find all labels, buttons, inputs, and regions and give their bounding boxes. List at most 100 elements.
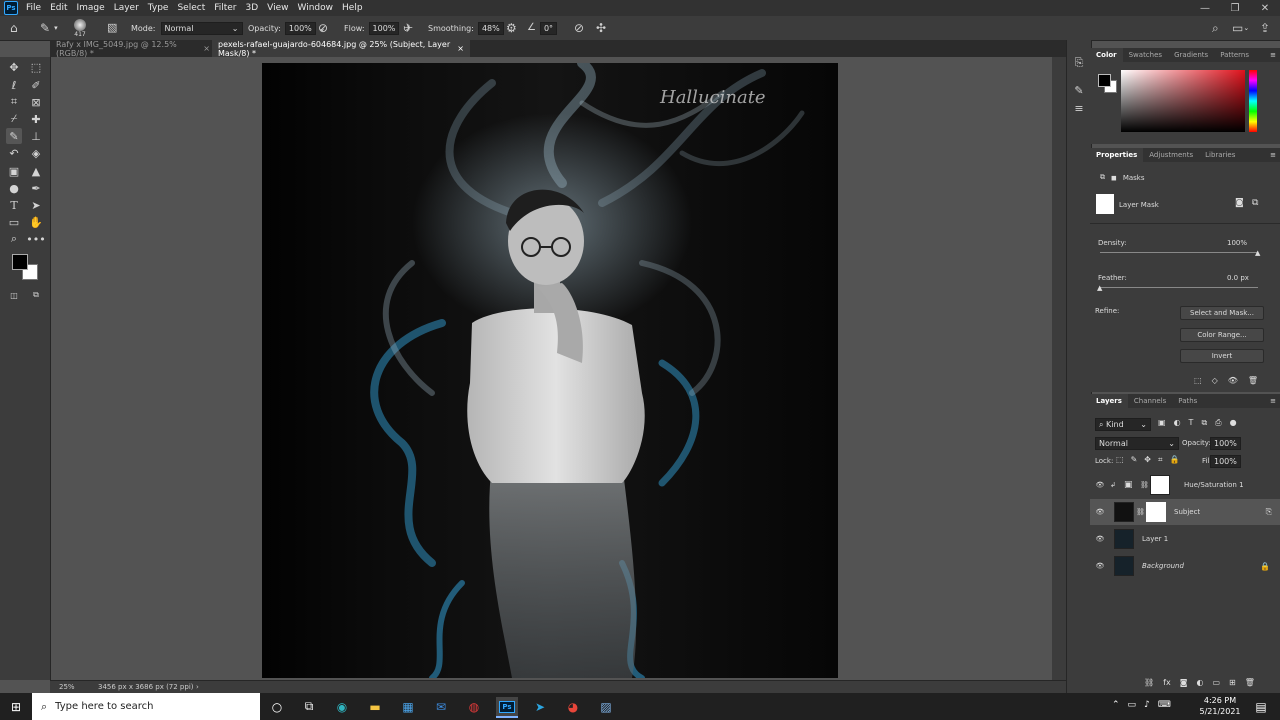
rectangle-tool-icon[interactable]: ▭	[6, 214, 22, 230]
foreground-color-swatch[interactable]	[12, 254, 28, 270]
menu-edit[interactable]: Edit	[50, 3, 67, 13]
tab-channels[interactable]: Channels	[1128, 394, 1172, 408]
angle-field[interactable]: 0°	[539, 21, 558, 35]
airbrush-icon[interactable]: ✈	[403, 16, 413, 40]
filter-smart-icon[interactable]: ⎙	[1215, 418, 1221, 428]
stamp-tool-icon[interactable]: ⊥	[28, 128, 44, 144]
menu-select[interactable]: Select	[177, 3, 205, 13]
type-tool-icon[interactable]: T	[6, 197, 22, 213]
feather-slider-handle[interactable]: ▲	[1097, 284, 1102, 292]
flow-field[interactable]: 100%	[368, 21, 400, 35]
quick-select-tool-icon[interactable]: ✐	[28, 77, 44, 93]
tab-adjustments[interactable]: Adjustments	[1143, 148, 1199, 162]
feather-slider-track[interactable]	[1100, 287, 1258, 288]
menu-3d[interactable]: 3D	[246, 3, 259, 13]
lock-position-icon[interactable]: ✥	[1144, 455, 1151, 465]
menu-type[interactable]: Type	[148, 3, 169, 13]
layer-opacity-field[interactable]: 100%	[1210, 437, 1241, 450]
panel-menu-icon[interactable]: ≡	[1270, 51, 1276, 59]
task-view-icon[interactable]: ⧉	[298, 697, 320, 716]
notifications-icon[interactable]: ▤	[1250, 697, 1272, 716]
screen-mode-icon[interactable]: ⧉	[28, 287, 44, 303]
menu-view[interactable]: View	[267, 3, 288, 13]
brush-preset-icon[interactable]: ✎ ▾	[40, 16, 58, 40]
filter-adjustment-icon[interactable]: ◐	[1174, 418, 1181, 428]
vector-mask-icon[interactable]: ◼	[1111, 174, 1117, 182]
visibility-eye-icon[interactable]: 👁	[1228, 376, 1238, 385]
menu-filter[interactable]: Filter	[214, 3, 236, 13]
color-picker-field[interactable]	[1121, 70, 1245, 132]
close-icon[interactable]: ×	[203, 44, 210, 53]
brush-tool-icon[interactable]: ✎	[6, 128, 22, 144]
network-icon[interactable]: ▭	[1128, 700, 1137, 710]
delete-mask-icon[interactable]: 🗑	[1248, 376, 1258, 385]
pressure-size-icon[interactable]: ⊘	[574, 16, 584, 40]
mode-select[interactable]: Normal ⌄	[160, 21, 243, 35]
eraser-tool-icon[interactable]: ◈	[28, 145, 44, 161]
symmetry-icon[interactable]: ✣	[596, 16, 606, 40]
file-explorer-icon[interactable]: ▬	[364, 697, 386, 716]
tab-rafy[interactable]: Rafy x IMG_5049.jpg @ 12.5% (RGB/8) * ×	[50, 40, 216, 58]
select-and-mask-button[interactable]: Select and Mask...	[1180, 306, 1264, 320]
document-canvas[interactable]: Hallucinate	[262, 63, 838, 678]
adjustments-panel-icon[interactable]: ≡	[1071, 100, 1087, 116]
zoom-tool-icon[interactable]: ⌕	[6, 231, 22, 247]
panel-menu-icon[interactable]: ≡	[1270, 151, 1276, 159]
close-icon[interactable]: ✕	[1250, 0, 1280, 16]
edge-icon[interactable]: ◉	[331, 697, 353, 716]
layer-row-layer-1[interactable]: 👁 Layer 1	[1090, 526, 1270, 552]
menu-layer[interactable]: Layer	[114, 3, 139, 13]
lock-all-icon[interactable]: 🔒	[1169, 455, 1179, 465]
layer-row-background[interactable]: 👁 Background 🔒	[1090, 553, 1270, 579]
link-layers-icon[interactable]: ⛓	[1144, 678, 1154, 687]
brush-panel-icon[interactable]: ✎	[1071, 82, 1087, 98]
lock-artboard-icon[interactable]: ⌗	[1158, 455, 1163, 465]
workspace-icon[interactable]: ▭ ⌄	[1232, 16, 1249, 40]
filter-pixel-icon[interactable]: ▣	[1158, 418, 1166, 428]
blend-mode-select[interactable]: Normal ⌄	[1095, 437, 1179, 450]
filter-toggle-icon[interactable]: ●	[1230, 418, 1237, 428]
home-icon[interactable]: ⌂	[10, 16, 18, 40]
layer-row-hue-saturation[interactable]: 👁 ↲ ▣ ⛓ Hue/Saturation 1	[1090, 472, 1270, 498]
tray-chevron-up-icon[interactable]: ⌃	[1112, 700, 1120, 710]
photos-icon[interactable]: ▨	[595, 697, 617, 716]
healing-tool-icon[interactable]: ✚	[28, 111, 44, 127]
layer-filter-select[interactable]: ⌕ Kind ⌄	[1095, 418, 1151, 431]
brush-size-picker[interactable]: 417	[74, 16, 86, 40]
eyedropper-tool-icon[interactable]: ⌿	[6, 111, 22, 127]
vertical-scrollbar[interactable]	[1052, 57, 1066, 680]
taskbar-clock[interactable]: 4:26 PM 5/21/2021	[1196, 695, 1244, 717]
cortana-icon[interactable]: ○	[266, 697, 288, 716]
filter-type-icon[interactable]: T	[1189, 418, 1194, 428]
minimize-icon[interactable]: —	[1190, 0, 1220, 16]
layer-row-subject[interactable]: 👁 ⛓ Subject ⎘	[1090, 499, 1280, 525]
maximize-icon[interactable]: ❐	[1220, 0, 1250, 16]
mail-icon[interactable]: ✉	[430, 697, 452, 716]
tab-patterns[interactable]: Patterns	[1214, 48, 1255, 62]
color-range-button[interactable]: Color Range...	[1180, 328, 1264, 342]
quick-mask-icon[interactable]: ◫	[6, 287, 22, 303]
menu-file[interactable]: File	[26, 3, 41, 13]
history-panel-icon[interactable]: ⎘	[1071, 55, 1087, 71]
color-foreground-swatch[interactable]	[1098, 74, 1111, 87]
fill-field[interactable]: 100%	[1210, 455, 1241, 468]
gear-icon[interactable]: ⚙	[506, 16, 517, 40]
smoothing-field[interactable]: 48%	[477, 21, 504, 35]
history-brush-tool-icon[interactable]: ↶	[6, 145, 22, 161]
density-slider-handle[interactable]: ▲	[1255, 249, 1260, 257]
hand-tool-icon[interactable]: ✋	[28, 214, 44, 230]
visibility-eye-icon[interactable]: 👁	[1090, 508, 1110, 516]
delete-layer-icon[interactable]: 🗑	[1245, 678, 1255, 687]
move-tool-icon[interactable]: ✥	[6, 59, 22, 75]
blur-tool-icon[interactable]: ▲	[28, 163, 44, 179]
tab-color[interactable]: Color	[1090, 48, 1123, 62]
lasso-tool-icon[interactable]: ℓ	[6, 77, 22, 93]
gradient-tool-icon[interactable]: ▣	[6, 163, 22, 179]
filter-shape-icon[interactable]: ⧉	[1201, 418, 1207, 428]
tab-layers[interactable]: Layers	[1090, 394, 1128, 408]
tab-libraries[interactable]: Libraries	[1199, 148, 1241, 162]
new-group-icon[interactable]: ▭	[1212, 678, 1220, 687]
new-adjustment-icon[interactable]: ◐	[1196, 678, 1203, 687]
opacity-field[interactable]: 100%	[284, 21, 316, 35]
apply-mask-icon[interactable]: ◇	[1212, 376, 1218, 385]
